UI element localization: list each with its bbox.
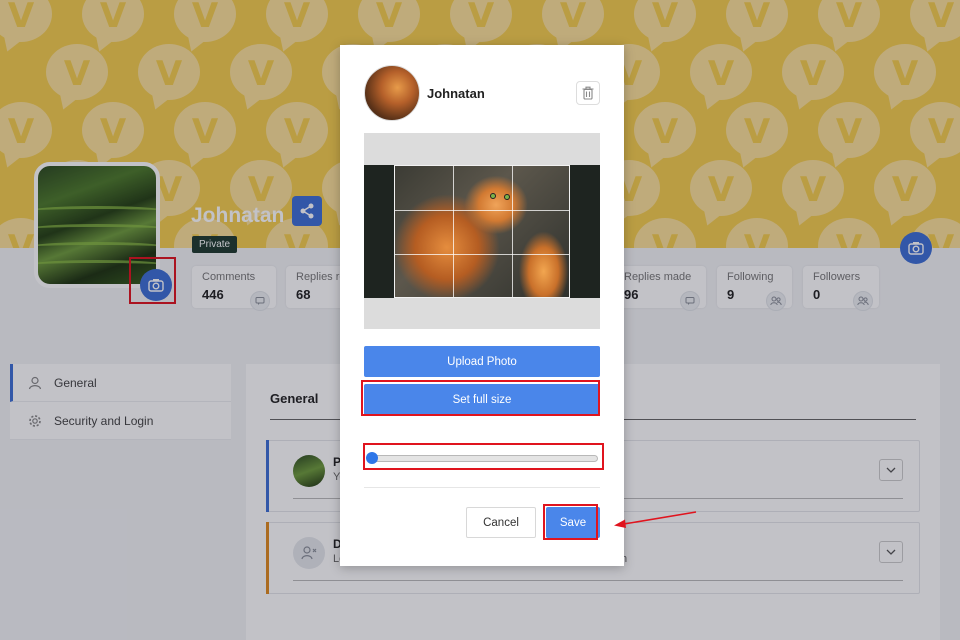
upload-photo-button[interactable]: Upload Photo [364,346,600,377]
cancel-button[interactable]: Cancel [466,507,536,538]
modal-divider [364,487,600,488]
crop-selection[interactable] [394,165,570,298]
avatar [364,65,420,121]
set-full-size-button[interactable]: Set full size [364,384,600,415]
crop-canvas[interactable] [364,133,600,329]
delete-photo-button[interactable] [576,81,600,105]
crop-grid-line [395,210,569,211]
crop-grid-line [453,166,454,297]
save-button[interactable]: Save [546,507,600,538]
crop-grid-line [512,166,513,297]
photo-preview [364,165,600,298]
trash-icon [582,86,594,100]
photo-editor-modal: Johnatan Upload Photo Set full size Canc… [340,45,624,566]
slider-track[interactable] [370,455,598,462]
zoom-slider[interactable] [364,447,600,471]
slider-handle[interactable] [366,452,378,464]
annotation-arrow [614,511,697,528]
modal-user-name: Johnatan [427,86,485,101]
crop-grid-line [395,254,569,255]
